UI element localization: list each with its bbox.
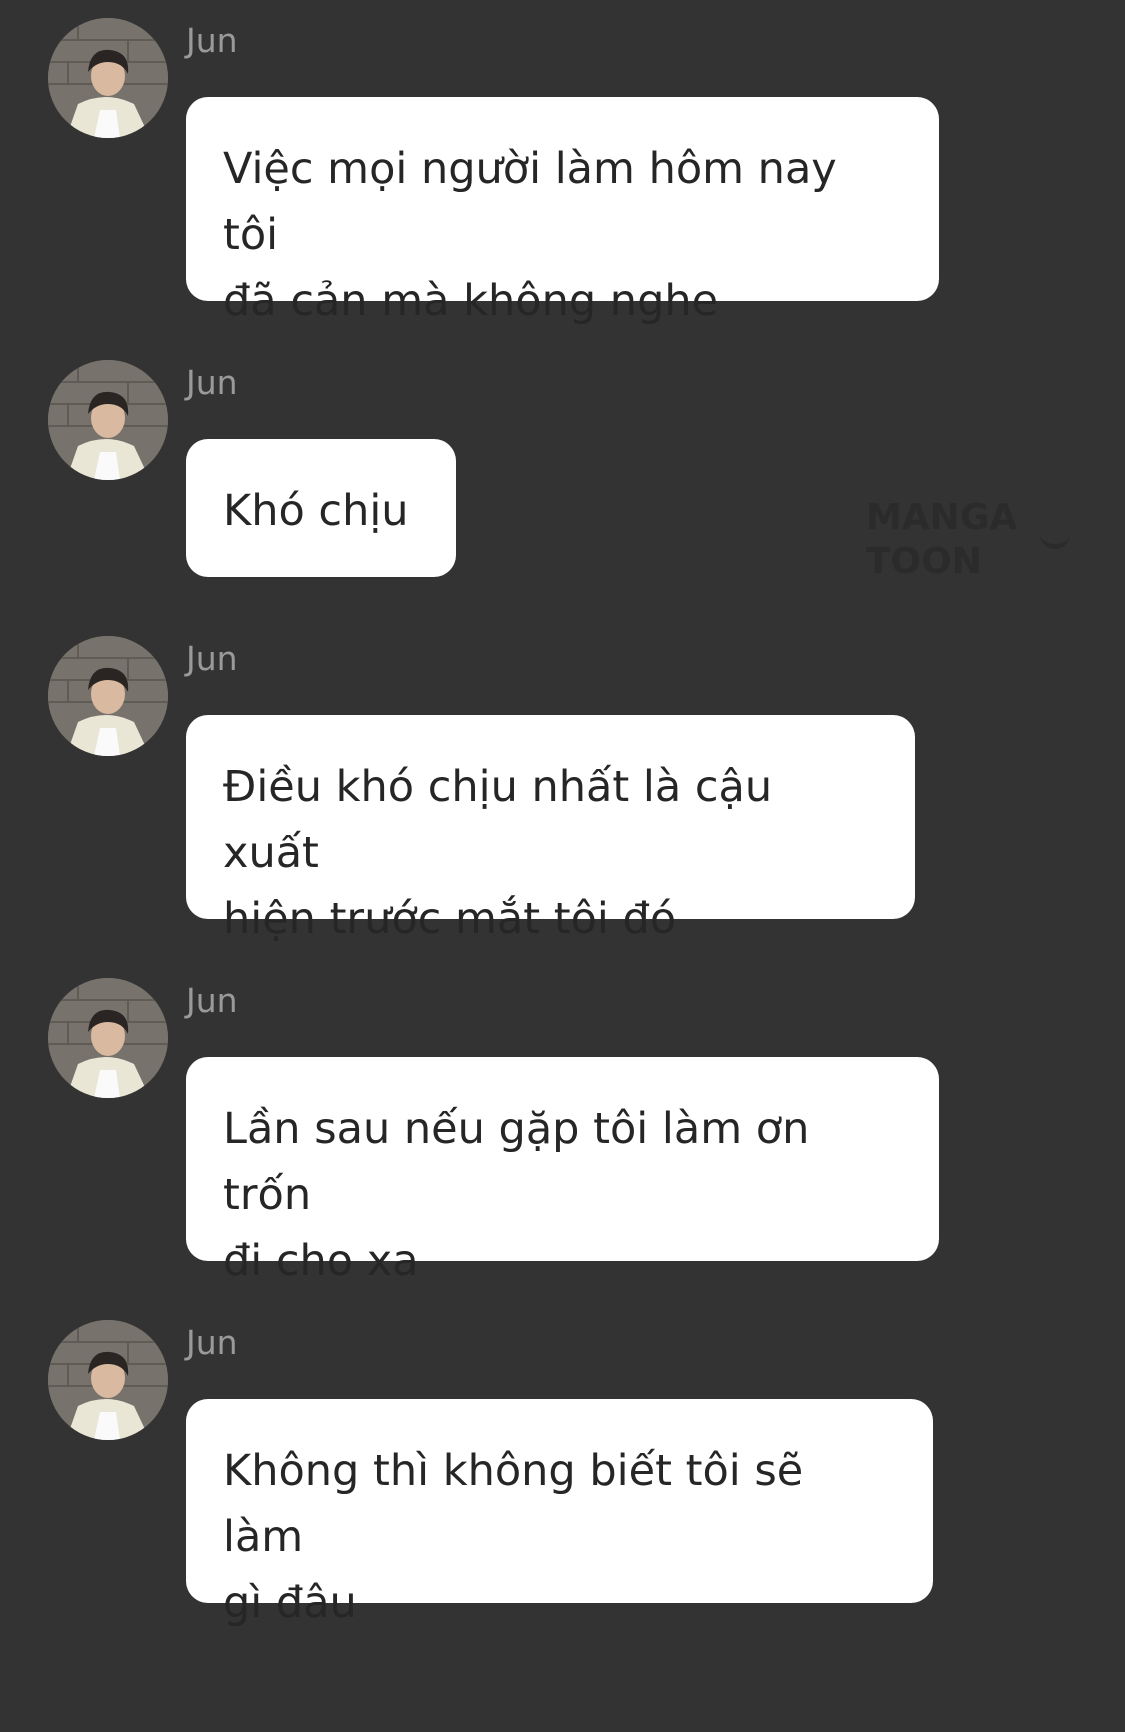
sender-name: Jun xyxy=(186,639,238,678)
avatar[interactable] xyxy=(48,360,168,480)
watermark-text: MANGA TOON xyxy=(866,497,1018,582)
sender-name: Jun xyxy=(186,981,238,1020)
avatar[interactable] xyxy=(48,18,168,138)
avatar[interactable] xyxy=(48,1320,168,1440)
message-bubble: Điều khó chịu nhất là cậu xuất hiện trướ… xyxy=(186,715,915,944)
message-bubble: Lần sau nếu gặp tôi làm ơn trốn đi cho x… xyxy=(186,1057,939,1286)
message-bubble: Không thì không biết tôi sẽ làm gì đâu xyxy=(186,1399,933,1628)
sender-name: Jun xyxy=(186,21,238,60)
sender-name: Jun xyxy=(186,363,238,402)
avatar[interactable] xyxy=(48,978,168,1098)
watermark-logo: MANGA TOON xyxy=(866,496,1116,582)
chat-thread: Jun Việc mọi người làm hôm nay tôi đã cả… xyxy=(0,0,1125,1732)
message-row: Jun Việc mọi người làm hôm nay tôi đã cả… xyxy=(0,0,1125,326)
avatar[interactable] xyxy=(48,636,168,756)
avatar-photo-icon xyxy=(48,18,168,138)
avatar-photo-icon xyxy=(48,360,168,480)
message-row: Jun Không thì không biết tôi sẽ làm gì đ… xyxy=(0,1302,1125,1628)
message-bubble: Việc mọi người làm hôm nay tôi đã cản mà… xyxy=(186,97,939,326)
message-row: Jun Lần sau nếu gặp tôi làm ơn trốn đi c… xyxy=(0,960,1125,1286)
message-bubble: Khó chịu xyxy=(186,439,456,577)
avatar-photo-icon xyxy=(48,1320,168,1440)
sender-name: Jun xyxy=(186,1323,238,1362)
avatar-photo-icon xyxy=(48,636,168,756)
avatar-photo-icon xyxy=(48,978,168,1098)
message-row: Jun Điều khó chịu nhất là cậu xuất hiện … xyxy=(0,618,1125,944)
